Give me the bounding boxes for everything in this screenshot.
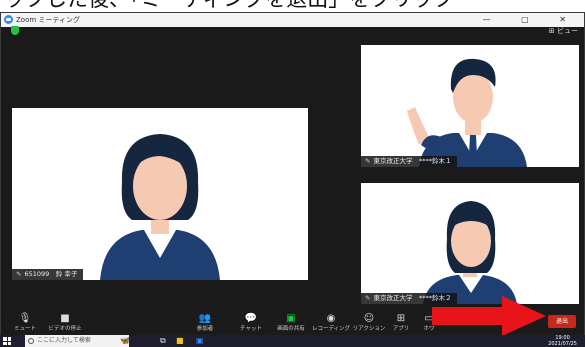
participant-name-label: ✎ 651099 鈴 幸子 (12, 269, 84, 280)
zoom-meeting-window: Zoom ミーティング — ▢ ✕ ⊞ ビュー ✎ 651099 鈴 幸子 ✎ … (0, 12, 585, 336)
windows-start-icon[interactable] (3, 337, 11, 345)
windows-taskbar: ここに入力して検索 🦋 ⧉ ■ ▣ 19:00 2021/07/25 (0, 335, 585, 347)
chat-icon: 💬 (244, 313, 258, 324)
stop-video-button[interactable]: ■ ビデオの停止 (45, 312, 85, 333)
pencil-icon: ✎ (365, 157, 371, 165)
window-title: Zoom ミーティング (16, 16, 80, 24)
share-icon: ▣ (286, 313, 296, 324)
avatar-woman-small (423, 201, 517, 304)
mic-icon: 🎙 (18, 313, 32, 324)
window-controls[interactable]: — ▢ ✕ (483, 13, 580, 27)
participants-icon: 👥 (198, 313, 212, 324)
tutorial-caption: ックした後、「ミーティングを退出」をクリック (0, 0, 585, 12)
butterfly-icon[interactable]: 🦋 (120, 336, 130, 346)
mute-button[interactable]: 🎙 ミュート (5, 312, 45, 333)
view-button[interactable]: ⊞ ビュー (549, 26, 578, 36)
zoom-logo-icon (4, 15, 13, 24)
window-titlebar: Zoom ミーティング — ▢ ✕ (1, 13, 584, 27)
avatar-man-waving (407, 58, 527, 167)
chat-button[interactable]: 💬 チャット (231, 312, 271, 333)
video-tile-right-bottom[interactable]: ✎ 東京改正大学 ****鈴木２ (361, 183, 579, 304)
encryption-shield-icon[interactable] (11, 26, 19, 35)
folder-icon[interactable]: ■ (176, 336, 184, 346)
video-tile-right-top[interactable]: ✎ 東京改正大学 ****鈴木１ (361, 45, 579, 167)
record-button[interactable]: ◉ レコーディング (311, 312, 351, 333)
pencil-icon: ✎ (16, 270, 22, 278)
zoom-app-icon[interactable]: ▣ (196, 336, 204, 346)
avatar-woman (100, 134, 220, 280)
share-screen-button[interactable]: ▣ 画面の共有 (271, 312, 311, 333)
video-tile-main[interactable]: ✎ 651099 鈴 幸子 (12, 108, 308, 280)
task-view-icon[interactable]: ⧉ (160, 336, 166, 346)
system-tray-clock[interactable]: 19:00 2021/07/25 (548, 335, 577, 347)
end-meeting-button[interactable]: 退出 (548, 315, 576, 328)
taskbar-search-input[interactable]: ここに入力して検索 (25, 335, 129, 347)
video-icon: ■ (60, 313, 70, 324)
pencil-icon: ✎ (365, 294, 371, 302)
participants-button[interactable]: 👥 参加者 (185, 312, 225, 333)
red-arrow-icon (432, 296, 546, 336)
record-icon: ◉ (326, 313, 336, 324)
participant-name-label: ✎ 東京改正大学 ****鈴木１ (361, 156, 458, 167)
